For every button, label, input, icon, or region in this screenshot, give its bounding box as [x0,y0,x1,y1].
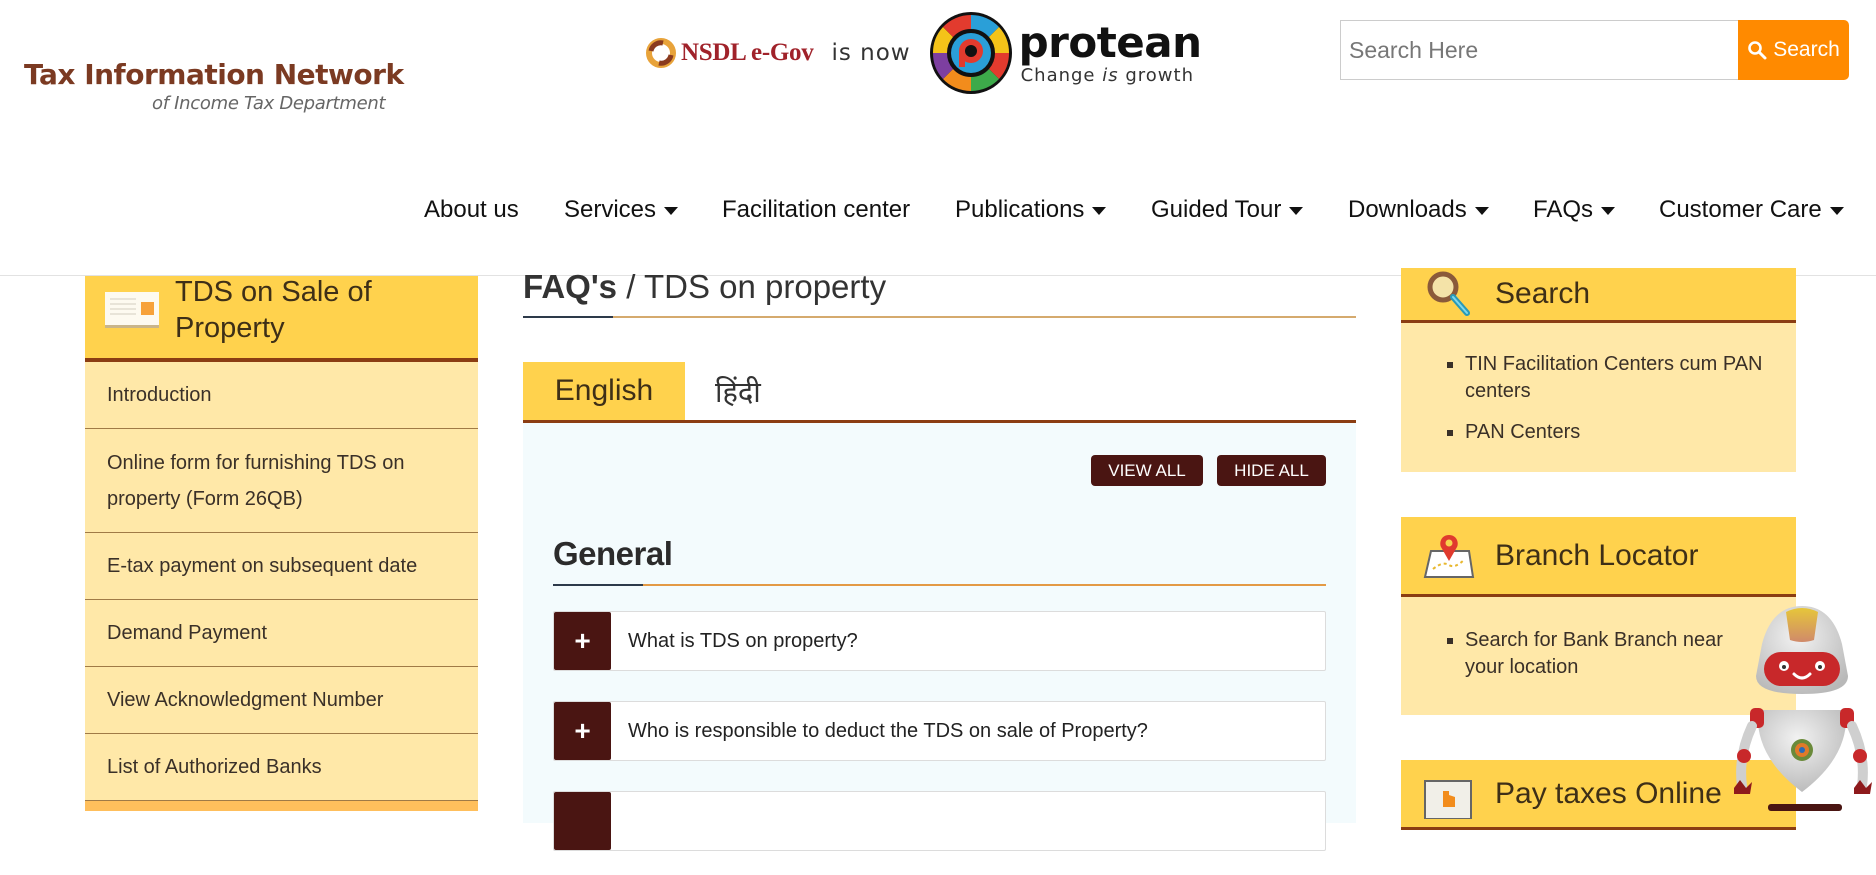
nav-label: Services [564,196,657,223]
breadcrumb-root[interactable]: FAQ's [523,268,617,305]
plus-icon[interactable] [554,792,611,850]
protean-name: protean [1018,17,1202,67]
nav-label: Customer Care [1659,196,1822,223]
tagline-part: Change [1020,64,1103,86]
map-pin-icon [1423,534,1475,578]
card-icon [105,292,159,328]
section-title: General [553,535,673,572]
left-sidebar-title: TDS on Sale of Property [175,276,372,344]
search-icon [1748,41,1767,60]
protean-logo-icon [929,12,1012,94]
search-input[interactable] [1340,20,1738,80]
view-all-button[interactable]: VIEW ALL [1091,455,1203,486]
sidebar-item-label: List of Authorized Banks [107,756,322,778]
plus-icon[interactable]: + [554,702,611,760]
caret-down-icon [1829,207,1844,215]
hand-pointer-icon [1424,779,1472,819]
logo-title: Tax Information Network [24,58,404,91]
language-tabs: English हिंदी [523,362,1356,423]
brand-banner: NSDL e-Gov is now protean Change is grow… [645,8,1202,98]
logo-subtitle: of Income Tax Department [152,93,386,114]
protean-tagline: Change is growth [1021,65,1202,86]
plus-icon[interactable]: + [554,612,611,670]
branch-locator-header: Branch Locator [1401,517,1796,597]
faq-item[interactable]: + Who is responsible to deduct the TDS o… [553,701,1326,761]
search-widget-list: TIN Facilitation Centers cum PAN centers… [1401,323,1796,472]
sidebar-item-demand-payment[interactable]: Demand Payment [85,600,478,667]
faq-item[interactable] [553,791,1326,851]
sidebar-item-label: Demand Payment [107,622,268,644]
nav-label: Downloads [1348,196,1467,223]
left-sidebar: TDS on Sale of Property Introduction Onl… [85,276,478,811]
faq-question: What is TDS on property? [628,629,858,652]
tin-logo[interactable]: Tax Information Network of Income Tax De… [24,58,404,114]
sidebar-item-label: Introduction [107,384,212,406]
search-button[interactable]: Search [1738,20,1849,80]
breadcrumb-current: TDS on property [643,268,887,305]
tab-english[interactable]: English [523,362,685,420]
nav-services[interactable]: Services [564,196,679,224]
caret-down-icon [664,207,679,215]
nav-downloads[interactable]: Downloads [1348,196,1489,224]
nsdl-logo-icon [646,38,676,68]
faq-question: Who is responsible to deduct the TDS on … [628,719,1148,742]
site-header: Tax Information Network of Income Tax De… [0,0,1876,276]
nav-faqs[interactable]: FAQs [1533,196,1616,224]
tagline-part: growth [1118,64,1194,86]
caret-down-icon [1474,207,1489,215]
main-content: FAQ's / TDS on property English हिंदी VI… [523,270,1356,851]
left-sidebar-list: Introduction Online form for furnishing … [85,362,478,811]
sidebar-item-authorized-banks[interactable]: List of Authorized Banks [85,734,478,801]
nav-facilitation-center[interactable]: Facilitation center [722,196,910,224]
tagline-emphasis: is [1102,64,1119,86]
nsdl-name: NSDL e-Gov [681,39,814,66]
caret-down-icon [1092,207,1107,215]
link-search-bank-branch[interactable]: Search for Bank Branch near your locatio… [1465,627,1766,681]
caret-down-icon [1601,207,1616,215]
pay-taxes-title: Pay taxes Online [1495,776,1722,810]
nav-label: FAQs [1533,196,1594,223]
hide-all-button[interactable]: HIDE ALL [1217,455,1326,486]
nav-label: Facilitation center [722,196,911,223]
brand-connector: is now [831,40,911,66]
nav-label: About us [424,196,519,223]
section-underline [553,584,1326,586]
search-widget: Search TIN Facilitation Centers cum PAN … [1401,268,1796,472]
sidebar-item-label: View Acknowledgment Number [107,689,384,711]
sidebar-item-label: Online form for furnishing TDS on proper… [107,451,405,510]
magnifier-icon [1427,271,1470,316]
breadcrumb-underline [523,316,1356,318]
nav-label: Guided Tour [1151,196,1282,223]
chatbot-robot-icon[interactable] [1724,606,1876,811]
header-search: Search [1340,20,1849,80]
sidebar-item-form-26qb[interactable]: Online form for furnishing TDS on proper… [85,429,478,533]
breadcrumb-separator: / [617,268,644,305]
main-nav: About us Services Facilitation center Pu… [0,196,1876,230]
nav-guided-tour[interactable]: Guided Tour [1151,196,1304,224]
sidebar-item-next[interactable] [85,801,478,811]
nav-customer-care[interactable]: Customer Care [1659,196,1844,224]
faq-panel: VIEW ALL HIDE ALL General + What is TDS … [523,423,1356,851]
caret-down-icon [1289,207,1304,215]
link-tin-facilitation-centers[interactable]: TIN Facilitation Centers cum PAN centers [1465,351,1766,405]
nav-publications[interactable]: Publications [955,196,1107,224]
nav-about-us[interactable]: About us [424,196,519,224]
sidebar-item-label: E-tax payment on subsequent date [107,555,418,577]
faq-item[interactable]: + What is TDS on property? [553,611,1326,671]
sidebar-item-etax-payment[interactable]: E-tax payment on subsequent date [85,533,478,600]
search-button-label: Search [1773,38,1840,61]
link-pan-centers[interactable]: PAN Centers [1465,419,1766,446]
tab-hindi[interactable]: हिंदी [715,362,761,420]
search-widget-title: Search [1495,277,1591,310]
breadcrumb: FAQ's / TDS on property [523,270,1356,316]
protean-wordmark: protean Change is growth [1018,17,1202,86]
left-sidebar-header: TDS on Sale of Property [85,276,478,362]
nav-label: Publications [955,196,1085,223]
branch-locator-title: Branch Locator [1495,538,1699,572]
search-widget-header: Search [1401,268,1796,323]
sidebar-item-view-ack-number[interactable]: View Acknowledgment Number [85,667,478,734]
sidebar-item-introduction[interactable]: Introduction [85,362,478,429]
